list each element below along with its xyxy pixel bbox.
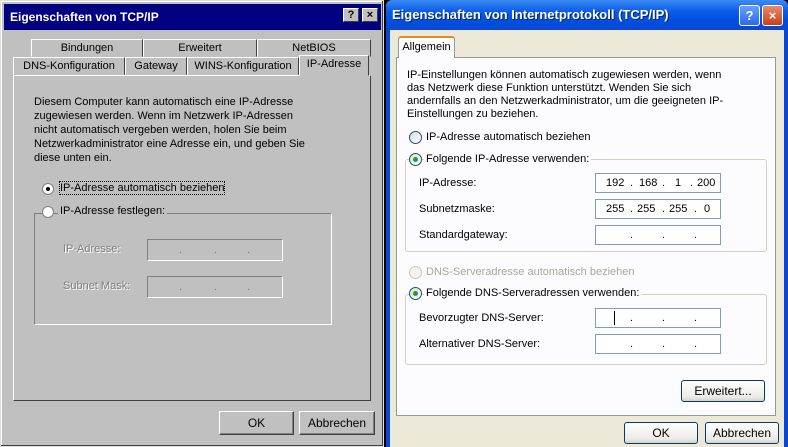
mask-octet-3: 255	[669, 203, 688, 215]
radio-ip-auto[interactable]	[409, 131, 422, 144]
mask-octet-4: 0	[704, 203, 711, 215]
ip-address-field[interactable]: 192 . 168 . 1 . 200	[595, 173, 721, 193]
ok-button[interactable]: OK	[219, 411, 294, 435]
alternate-dns-label: Alternativer DNS-Server:	[419, 338, 541, 350]
subnet-mask-field[interactable]: 255 . 255 . 255 . 0	[595, 199, 721, 219]
tab-gateway[interactable]: Gateway	[125, 57, 187, 75]
radio-ip-manual-label[interactable]: Folgende IP-Adresse verwenden:	[424, 153, 592, 165]
ip-address-label: IP-Adresse:	[419, 177, 477, 189]
dns-settings-group	[405, 294, 767, 365]
radio-dns-manual[interactable]	[409, 287, 422, 300]
mask-octet-2: 255	[637, 203, 656, 215]
radio-ip-manual-label[interactable]: IP-Adresse festlegen:	[58, 205, 168, 217]
ip-octet-2: 168	[639, 177, 658, 189]
preferred-dns-label: Bevorzugter DNS-Server:	[419, 312, 544, 324]
close-button[interactable]: ×	[362, 8, 378, 22]
radio-dns-auto-label[interactable]: DNS-Serveradresse automatisch beziehen	[426, 266, 635, 278]
manual-ip-group: IP-Adresse: ... Subnet Mask: ...	[34, 213, 332, 325]
radio-dns-auto[interactable]	[409, 266, 422, 279]
tab-dns-konfiguration[interactable]: DNS-Konfiguration	[13, 57, 125, 75]
close-button[interactable]: ×	[762, 5, 783, 26]
mask-octet-1: 255	[606, 203, 625, 215]
ip-octet-4: 200	[697, 177, 716, 189]
advanced-button[interactable]: Erweitert...	[681, 380, 765, 402]
ip-address-panel: Diesem Computer kann automatisch eine IP…	[13, 75, 371, 401]
general-panel: IP-Einstellungen können automatisch zuge…	[396, 57, 776, 416]
tab-erweitert[interactable]: Erweitert	[143, 39, 257, 57]
radio-ip-manual[interactable]	[409, 153, 422, 166]
cancel-button[interactable]: Abbrechen	[705, 422, 779, 444]
help-button[interactable]: ?	[343, 8, 359, 22]
radio-ip-auto-label[interactable]: IP-Adresse automatisch beziehen	[58, 181, 226, 195]
window-title: Eigenschaften von Internetprotokoll (TCP…	[386, 0, 788, 30]
radio-ip-auto-label[interactable]: IP-Adresse automatisch beziehen	[426, 131, 590, 143]
tab-wins-konfiguration[interactable]: WINS-Konfiguration	[187, 57, 299, 75]
text-cursor	[614, 311, 615, 325]
tab-ip-adresse[interactable]: IP-Adresse	[299, 55, 369, 76]
ip-octet-1: 192	[606, 177, 625, 189]
cancel-button[interactable]: Abbrechen	[299, 411, 375, 435]
help-button[interactable]: ?	[739, 5, 760, 26]
window-title: Eigenschaften von TCP/IP	[4, 4, 381, 30]
radio-ip-auto[interactable]	[42, 183, 54, 195]
tcpip-dialog-xp: Eigenschaften von Internetprotokoll (TCP…	[386, 0, 788, 447]
dialog-body: Allgemein IP-Einstellungen können automa…	[390, 30, 784, 447]
description-text: IP-Einstellungen können automatisch zuge…	[407, 69, 724, 120]
ip-address-label: IP-Adresse:	[63, 243, 121, 255]
ip-octet-3: 1	[675, 177, 682, 189]
tcpip-dialog-classic: Eigenschaften von TCP/IP ? × Bindungen E…	[0, 0, 384, 447]
gateway-field[interactable]: ...	[595, 225, 721, 245]
tab-allgemein[interactable]: Allgemein	[398, 36, 455, 58]
radio-dns-manual-label[interactable]: Folgende DNS-Serveradressen verwenden:	[424, 287, 642, 299]
subnet-mask-label: Subnetzmaske:	[419, 203, 495, 215]
tab-row-lower: DNS-Konfiguration Gateway WINS-Konfigura…	[13, 55, 371, 76]
tab-bindungen[interactable]: Bindungen	[31, 39, 143, 57]
ip-address-field: ...	[147, 239, 283, 261]
alternate-dns-field[interactable]: ...	[595, 334, 721, 354]
radio-ip-manual[interactable]	[42, 206, 54, 218]
subnet-mask-field: ...	[147, 276, 283, 298]
preferred-dns-field[interactable]: ...	[595, 308, 721, 328]
ok-button[interactable]: OK	[624, 422, 698, 444]
subnet-mask-label: Subnet Mask:	[63, 280, 131, 292]
description-text: Diesem Computer kann automatisch eine IP…	[34, 96, 305, 164]
gateway-label: Standardgateway:	[419, 229, 508, 241]
